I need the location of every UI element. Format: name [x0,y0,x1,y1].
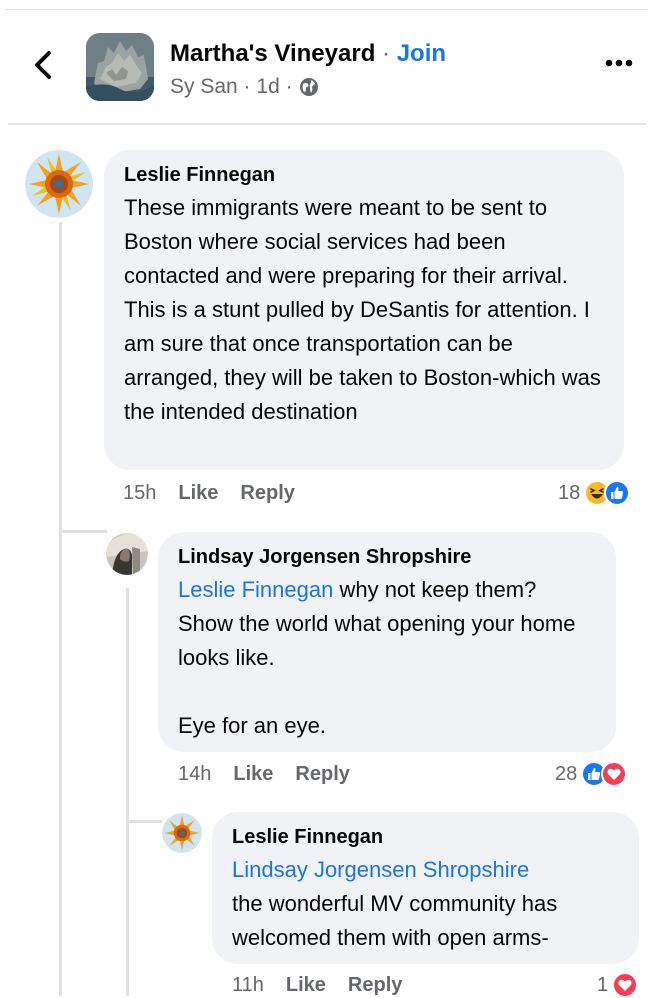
post-header: Martha's Vineyard · Join Sy San · 1d · [0,10,654,122]
comment-author[interactable]: Leslie Finnegan [124,164,604,187]
mention-link[interactable]: Lindsay Jorgensen Shropshire [232,853,619,887]
comment-bubble: Leslie Finnegan These immigrants were me… [104,150,624,470]
thread-line-reply [126,588,129,823]
commenter-avatar[interactable] [106,533,148,575]
meta-separator-1: · [237,75,257,98]
header-title: Martha's Vineyard · Join [170,40,446,68]
comment-text: Lindsay Jorgensen Shropshire the wonderfu… [232,853,619,955]
commenter-avatar[interactable] [25,150,93,218]
like-icon [604,480,631,506]
meta-separator-2: · [279,75,293,98]
reaction-summary[interactable]: 28 [555,761,628,787]
reaction-count: 1 [597,973,609,996]
post-meta: Sy San · 1d · [170,75,319,99]
reaction-count: 28 [555,762,578,785]
mention-link[interactable]: Leslie Finnegan [178,577,333,602]
comment-actions: 11h Like Reply [232,974,424,997]
thread-line-branch-1 [59,530,107,533]
comment-text-paragraph-2: Eye for an eye. [178,713,326,738]
like-button[interactable]: Like [178,482,218,504]
comment-time[interactable]: 14h [178,763,211,785]
reply-button[interactable]: Reply [348,974,402,996]
thread-line-main [59,222,62,542]
more-options-icon[interactable] [604,58,634,68]
group-avatar[interactable] [86,33,154,101]
like-button[interactable]: Like [233,763,273,785]
comment-time[interactable]: 11h [232,974,264,996]
reaction-summary[interactable]: 1 [597,972,639,998]
reply-button[interactable]: Reply [295,763,349,785]
thread-line-branch-2 [126,820,162,823]
comment-body: the wonderful MV community has welcomed … [232,891,558,950]
globe-icon [299,78,318,96]
comment-bubble: Leslie Finnegan Lindsay Jorgensen Shrops… [212,812,639,964]
header-divider [8,123,646,125]
comment-author[interactable]: Lindsay Jorgensen Shropshire [178,546,596,569]
thread-line-reply-cont [126,820,129,996]
comment-actions: 14h Like Reply [178,763,372,786]
comment-text: These immigrants were meant to be sent t… [124,195,601,424]
comment-bubble: Lindsay Jorgensen Shropshire Leslie Finn… [158,532,616,752]
thread-line-main-cont [59,540,62,996]
post-time[interactable]: 1d [256,75,279,99]
love-icon [612,972,639,998]
like-button[interactable]: Like [286,974,326,996]
comment-time[interactable]: 15h [123,482,156,504]
reply-button[interactable]: Reply [240,482,294,504]
reaction-count: 18 [558,481,581,504]
post-author[interactable]: Sy San [170,75,238,99]
join-link[interactable]: Join [397,40,446,67]
comment-text: Leslie Finnegan why not keep them? Show … [178,573,596,675]
comment-actions: 15h Like Reply [123,482,317,505]
back-arrow-icon[interactable] [32,50,54,80]
commenter-avatar[interactable] [162,813,202,853]
reaction-summary[interactable]: 18 [558,480,631,506]
group-name-link[interactable]: Martha's Vineyard [170,40,375,67]
comment-author[interactable]: Leslie Finnegan [232,826,619,849]
love-icon [601,761,628,787]
title-separator: · [375,40,397,67]
